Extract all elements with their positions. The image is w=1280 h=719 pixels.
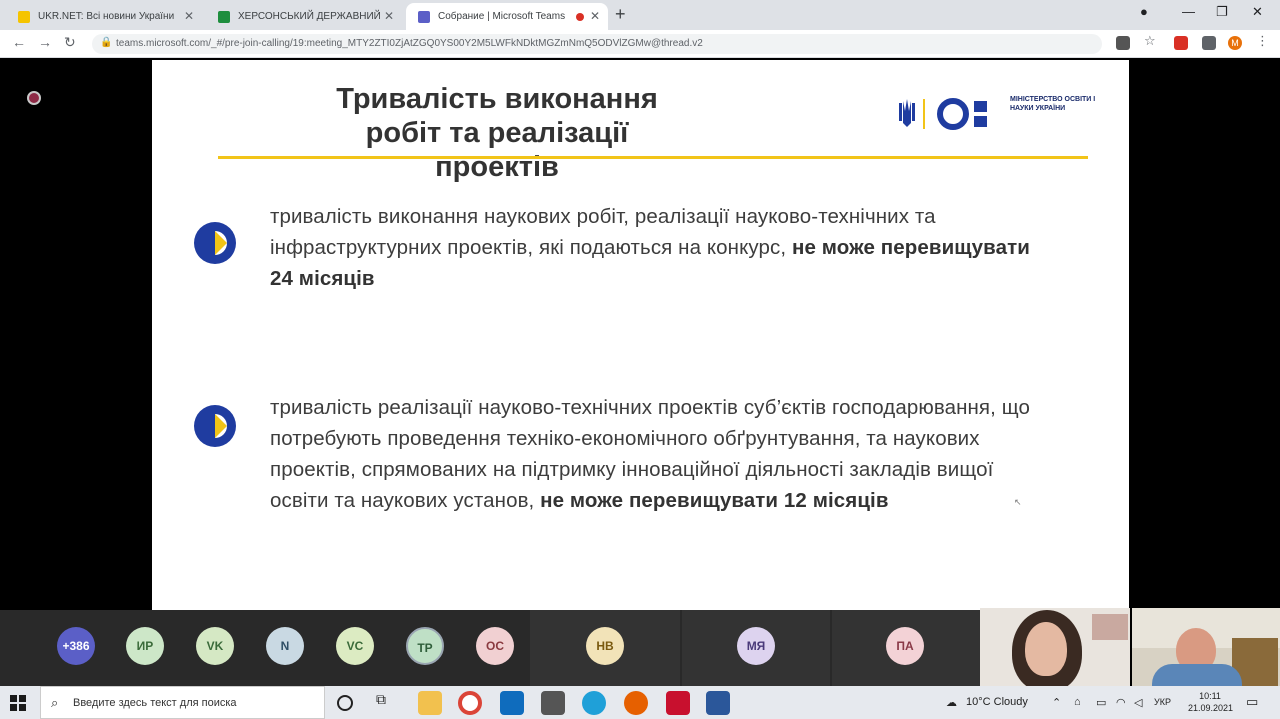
- cast-icon[interactable]: [1116, 36, 1130, 50]
- profile-avatar[interactable]: M: [1228, 36, 1242, 50]
- battery-icon[interactable]: ▭: [1096, 696, 1106, 709]
- firefox-icon[interactable]: [624, 691, 648, 715]
- close-icon[interactable]: ✕: [384, 3, 394, 30]
- minimize-icon[interactable]: —: [1182, 4, 1195, 19]
- acrobat-icon[interactable]: [666, 691, 690, 715]
- wall-picture: [1092, 614, 1128, 640]
- lock-icon: 🔒: [100, 37, 113, 48]
- teams-favicon-icon: [418, 11, 430, 23]
- mail-icon[interactable]: [500, 691, 524, 715]
- word-icon[interactable]: [706, 691, 730, 715]
- windows-start-icon[interactable]: [10, 695, 26, 711]
- bullet-arrow-icon: [194, 405, 236, 447]
- participant-avatar[interactable]: TP: [406, 627, 444, 665]
- bullet-2-emphasis: не може перевищувати 12 місяців: [540, 489, 889, 512]
- participant-avatar[interactable]: ПА: [886, 627, 924, 665]
- file-explorer-icon[interactable]: [418, 691, 442, 715]
- input-language[interactable]: УКР: [1154, 697, 1171, 707]
- bookmark-star-icon[interactable]: ☆: [1144, 33, 1158, 48]
- tab-teams-meeting[interactable]: Собрание | Microsoft Teams ✕: [406, 3, 608, 30]
- participant-shirt: [1152, 664, 1242, 686]
- volume-icon[interactable]: ◁: [1134, 696, 1142, 709]
- participant-video-2[interactable]: [1132, 608, 1280, 686]
- notifications-icon[interactable]: ▭: [1246, 694, 1258, 710]
- extensions-puzzle-icon[interactable]: [1202, 36, 1216, 50]
- wifi-icon[interactable]: ◠: [1116, 696, 1126, 709]
- bullet-text-1: тривалість виконання наукових робіт, реа…: [270, 201, 1050, 294]
- ministry-name: МІНІСТЕРСТВО ОСВІТИ І НАУКИ УКРАЇНИ: [1010, 96, 1096, 112]
- trident-and-mon-logo-icon: [899, 98, 987, 130]
- ministry-logo: МІНІСТЕРСТВО ОСВІТИ І НАУКИ УКРАЇНИ: [897, 93, 1097, 133]
- mouse-pointer-icon: ↖: [1014, 497, 1022, 507]
- chrome-media-icon[interactable]: ●: [1140, 4, 1148, 19]
- close-icon[interactable]: ✕: [184, 3, 194, 30]
- slide-title: Тривалість виконання робіт та реалізації…: [336, 83, 658, 183]
- network-icon[interactable]: ⌂: [1074, 696, 1081, 708]
- tab-title: Собрание | Microsoft Teams: [438, 11, 566, 22]
- address-bar[interactable]: 🔒 teams.microsoft.com/_#/pre-join-callin…: [92, 34, 1102, 54]
- participant-avatar[interactable]: МЯ: [737, 627, 775, 665]
- participant-face: [1025, 622, 1067, 676]
- ukrnet-favicon-icon: [18, 11, 30, 23]
- forward-arrow-icon[interactable]: →: [38, 34, 52, 50]
- pdf-extension-icon[interactable]: [1174, 36, 1188, 50]
- recording-dot-icon: [27, 91, 41, 105]
- browser-tab-strip: UKR.NET: Всі новини України ✕ ХЕРСОНСЬКИ…: [0, 0, 1280, 30]
- clock-date: 21.09.2021: [1188, 703, 1234, 713]
- weather-text[interactable]: 10°C Cloudy: [966, 696, 1028, 708]
- tray-chevron-icon[interactable]: ⌃: [1052, 696, 1061, 709]
- participant-avatar[interactable]: НВ: [586, 627, 624, 665]
- participant-avatar[interactable]: N: [266, 627, 304, 665]
- cortana-icon[interactable]: [337, 695, 353, 711]
- url-text: teams.microsoft.com/_#/pre-join-calling/…: [116, 38, 703, 49]
- clock-time: 10:11: [1199, 691, 1221, 701]
- tab-kherson-university[interactable]: ХЕРСОНСЬКИЙ ДЕРЖАВНИЙ ✕: [206, 3, 402, 30]
- participant-avatar[interactable]: VC: [336, 627, 374, 665]
- close-icon[interactable]: ✕: [590, 3, 600, 30]
- bullet-text-2: тривалість реалізації науково-технічних …: [270, 392, 1050, 516]
- tab-ukrnet[interactable]: UKR.NET: Всі новини України ✕: [6, 3, 202, 30]
- chrome-menu-icon[interactable]: ⋮: [1256, 33, 1270, 48]
- windows-taskbar: ⌕ Введите здесь текст для поиска ⧉ ☁ 10°…: [0, 686, 1280, 719]
- participant-avatar[interactable]: VK: [196, 627, 234, 665]
- window-close-icon[interactable]: ✕: [1252, 4, 1263, 20]
- edge-icon[interactable]: [582, 691, 606, 715]
- new-tab-plus-icon[interactable]: +: [615, 4, 626, 25]
- browser-toolbar: ← → ↻ 🔒 teams.microsoft.com/_#/pre-join-…: [0, 30, 1280, 58]
- sheets-favicon-icon: [218, 11, 230, 23]
- tab-title: ХЕРСОНСЬКИЙ ДЕРЖАВНИЙ: [238, 11, 381, 22]
- bullet-arrow-icon: [194, 222, 236, 264]
- taskbar-clock[interactable]: 10:11 21.09.2021: [1188, 690, 1234, 714]
- recording-indicator-icon: [576, 13, 584, 21]
- participant-avatar[interactable]: ИР: [126, 627, 164, 665]
- weather-cloud-icon[interactable]: ☁: [946, 696, 957, 709]
- title-divider: [218, 156, 1088, 159]
- maximize-icon[interactable]: ❐: [1216, 4, 1228, 20]
- tab-title: UKR.NET: Всі новини України: [38, 11, 175, 22]
- participant-avatar[interactable]: OC: [476, 627, 514, 665]
- participant-bar: +386 ИР VK N VC TP OC НВ МЯ ПА: [0, 610, 980, 686]
- store-icon[interactable]: [541, 691, 565, 715]
- back-arrow-icon[interactable]: ←: [12, 34, 26, 50]
- shared-slide: Тривалість виконання робіт та реалізації…: [152, 60, 1129, 610]
- chrome-icon[interactable]: [458, 691, 482, 715]
- search-placeholder: Введите здесь текст для поиска: [73, 697, 237, 709]
- participant-video-1[interactable]: [980, 608, 1130, 692]
- search-icon: ⌕: [51, 695, 59, 710]
- task-view-icon[interactable]: ⧉: [376, 691, 400, 715]
- overflow-participants-count[interactable]: +386: [57, 627, 95, 665]
- reload-icon[interactable]: ↻: [64, 34, 76, 51]
- taskbar-search-box[interactable]: ⌕ Введите здесь текст для поиска: [40, 686, 325, 719]
